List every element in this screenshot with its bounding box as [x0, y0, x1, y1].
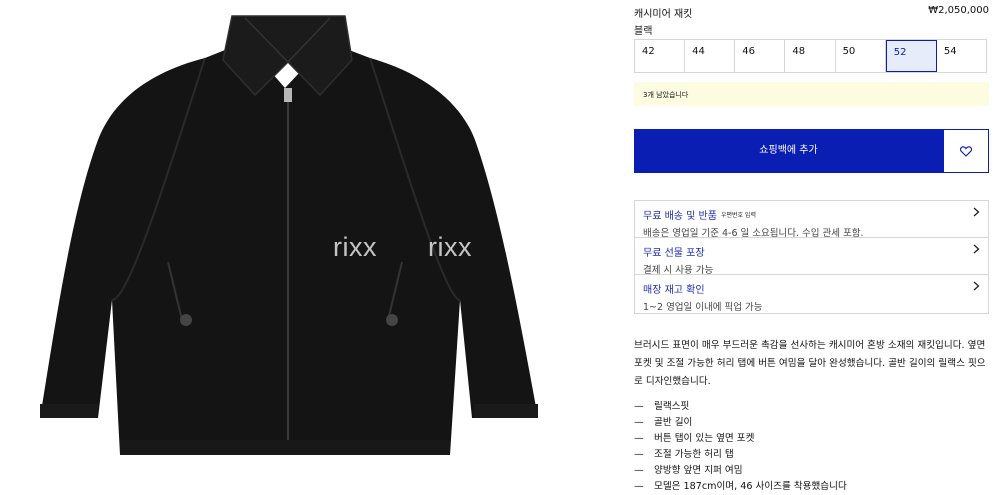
feature-item: 조절 가능한 허리 탭	[634, 447, 847, 463]
feature-item: 골반 길이	[634, 415, 847, 431]
size-option[interactable]: 46	[735, 40, 786, 72]
accordion-title: 무료 배송 및 반품	[643, 211, 717, 222]
accordion-title: 무료 선물 포장	[643, 248, 705, 259]
size-option[interactable]: 48	[785, 40, 836, 72]
chevron-right-icon	[973, 281, 980, 291]
product-details-panel: 캐시미어 재킷 ₩2,050,000 블랙 42 44 46 48 50 52 …	[634, 0, 989, 492]
product-color: 블랙	[634, 26, 653, 37]
stock-notice: 3개 남았습니다	[634, 82, 989, 106]
feature-item: 양방향 앞면 지퍼 여밈	[634, 463, 847, 479]
product-price: ₩2,050,000	[928, 5, 989, 16]
accordion-store-stock[interactable]: 매장 재고 확인 1~2 영업일 이내에 픽업 가능	[635, 275, 988, 313]
watermark-text: rixx	[333, 232, 377, 262]
size-option[interactable]: 54	[937, 40, 986, 72]
accordion-shipping[interactable]: 무료 배송 및 반품 우편번호 입력 배송은 영업일 기준 4-6 일 소요됩니다…	[635, 201, 988, 239]
accordion-title: 매장 재고 확인	[643, 285, 705, 296]
feature-list: 릴랙스핏 골반 길이 버튼 탭이 있는 옆면 포켓 조절 가능한 허리 탭 양방…	[634, 399, 847, 495]
feature-item: 버튼 탭이 있는 옆면 포켓	[634, 431, 847, 447]
size-selector: 42 44 46 48 50 52 54	[634, 39, 987, 73]
watermark-text: rixx	[428, 232, 472, 262]
accordion-desc: 배송은 영업일 기준 4-6 일 소요됩니다. 수입 관세 포함.	[643, 228, 864, 239]
size-option[interactable]: 50	[836, 40, 886, 72]
product-name: 캐시미어 재킷	[634, 9, 693, 20]
feature-item: 모델은 187cm이며, 46 사이즈를 착용했습니다	[634, 479, 847, 495]
postcode-link[interactable]: 우편번호 입력	[721, 212, 756, 219]
watermark-text: rixx	[522, 232, 566, 262]
size-option-selected[interactable]: 52	[885, 40, 937, 72]
heart-icon	[960, 145, 972, 157]
accordion-gift-wrap[interactable]: 무료 선물 포장 결제 시 사용 가능	[635, 238, 988, 276]
accordion-desc: 1~2 영업일 이내에 픽업 가능	[643, 302, 763, 313]
wishlist-button[interactable]	[943, 129, 989, 173]
product-image[interactable]: rixx rixx rixx	[0, 0, 620, 491]
add-to-bag-button[interactable]: 쇼핑백에 추가	[634, 129, 943, 173]
accordion-desc: 결제 시 사용 가능	[643, 265, 714, 276]
chevron-right-icon	[973, 244, 980, 254]
info-accordions: 무료 배송 및 반품 우편번호 입력 배송은 영업일 기준 4-6 일 소요됩니다…	[634, 200, 989, 314]
product-description: 브러시드 표면이 매우 부드러운 촉감을 선사하는 캐시미어 혼방 소재의 재킷…	[634, 340, 986, 387]
chevron-right-icon	[973, 207, 980, 217]
size-option[interactable]: 44	[685, 40, 736, 72]
feature-item: 릴랙스핏	[634, 399, 847, 415]
size-option[interactable]: 42	[635, 40, 686, 72]
